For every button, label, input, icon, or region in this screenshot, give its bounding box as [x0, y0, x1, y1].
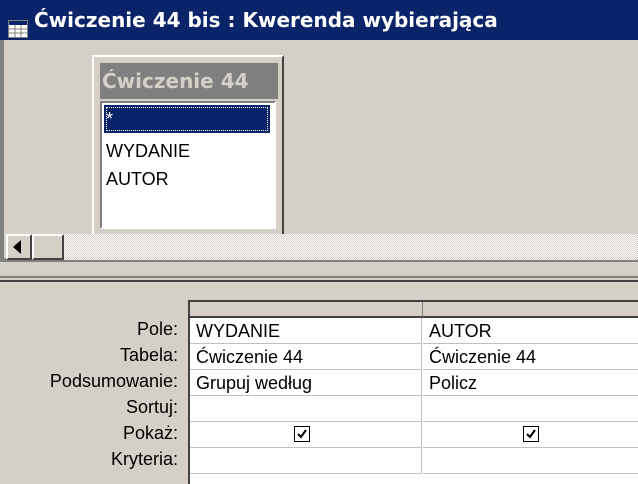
grid-cell-sort-2[interactable]	[423, 396, 638, 422]
grid-cell-show-2[interactable]	[423, 422, 638, 448]
grid-cell-field-1[interactable]: WYDANIE	[190, 318, 422, 344]
field-list-item-wydanie[interactable]: WYDANIE	[104, 137, 270, 165]
grid-cell-criteria-2[interactable]	[423, 448, 638, 474]
arrow-left-icon	[13, 240, 21, 254]
checkmark-icon	[297, 429, 307, 439]
row-label-show: Pokaż:	[122, 423, 178, 443]
query-datasheet-icon[interactable]	[8, 11, 28, 38]
grid-cell-total-1[interactable]: Grupuj według	[190, 370, 422, 396]
column-selector-1[interactable]	[190, 302, 423, 318]
title-bar[interactable]: Ćwiczenie 44 bis : Kwerenda wybierająca	[0, 0, 638, 40]
grid-cell-total-2[interactable]: Policz	[423, 370, 638, 396]
show-checkbox-2[interactable]	[523, 426, 539, 442]
field-list-item-all[interactable]: *	[104, 105, 270, 133]
show-checkbox-1[interactable]	[294, 426, 310, 442]
scrollbar-track[interactable]	[64, 234, 638, 260]
field-list-window[interactable]: Ćwiczenie 44 * WYDANIE AUTOR	[92, 55, 284, 237]
grid-cell-sort-1[interactable]	[190, 396, 422, 422]
pane-splitter[interactable]	[0, 262, 638, 286]
grid-cell-criteria-1[interactable]	[190, 448, 422, 474]
checkmark-icon	[526, 429, 536, 439]
column-selector-2[interactable]	[423, 302, 638, 318]
grid-cell-show-1[interactable]	[190, 422, 422, 448]
horizontal-scrollbar[interactable]	[6, 234, 638, 260]
splitter-line-dark	[0, 280, 638, 282]
grid-cell-field-2[interactable]: AUTOR	[423, 318, 638, 344]
row-label-total: Podsumowanie:	[49, 371, 178, 391]
row-label-sort: Sortuj:	[125, 397, 178, 417]
grid-cell-table-1[interactable]: Ćwiczenie 44	[190, 344, 422, 370]
field-list[interactable]: * WYDANIE AUTOR	[100, 101, 276, 229]
row-label-criteria: Kryteria:	[110, 449, 178, 469]
scrollbar-thumb[interactable]	[32, 234, 64, 260]
design-grid: WYDANIE Ćwiczenie 44 Grupuj według AUTOR…	[188, 300, 638, 484]
grid-cell-table-2[interactable]: Ćwiczenie 44	[423, 344, 638, 370]
window-title: Ćwiczenie 44 bis : Kwerenda wybierająca	[34, 8, 498, 32]
field-list-item-autor[interactable]: AUTOR	[104, 165, 270, 193]
scroll-left-button[interactable]	[6, 234, 32, 260]
row-label-field: Pole:	[136, 319, 178, 339]
splitter-line-light	[0, 276, 638, 278]
field-list-title[interactable]: Ćwiczenie 44	[100, 63, 278, 99]
row-label-table: Tabela:	[119, 345, 178, 365]
